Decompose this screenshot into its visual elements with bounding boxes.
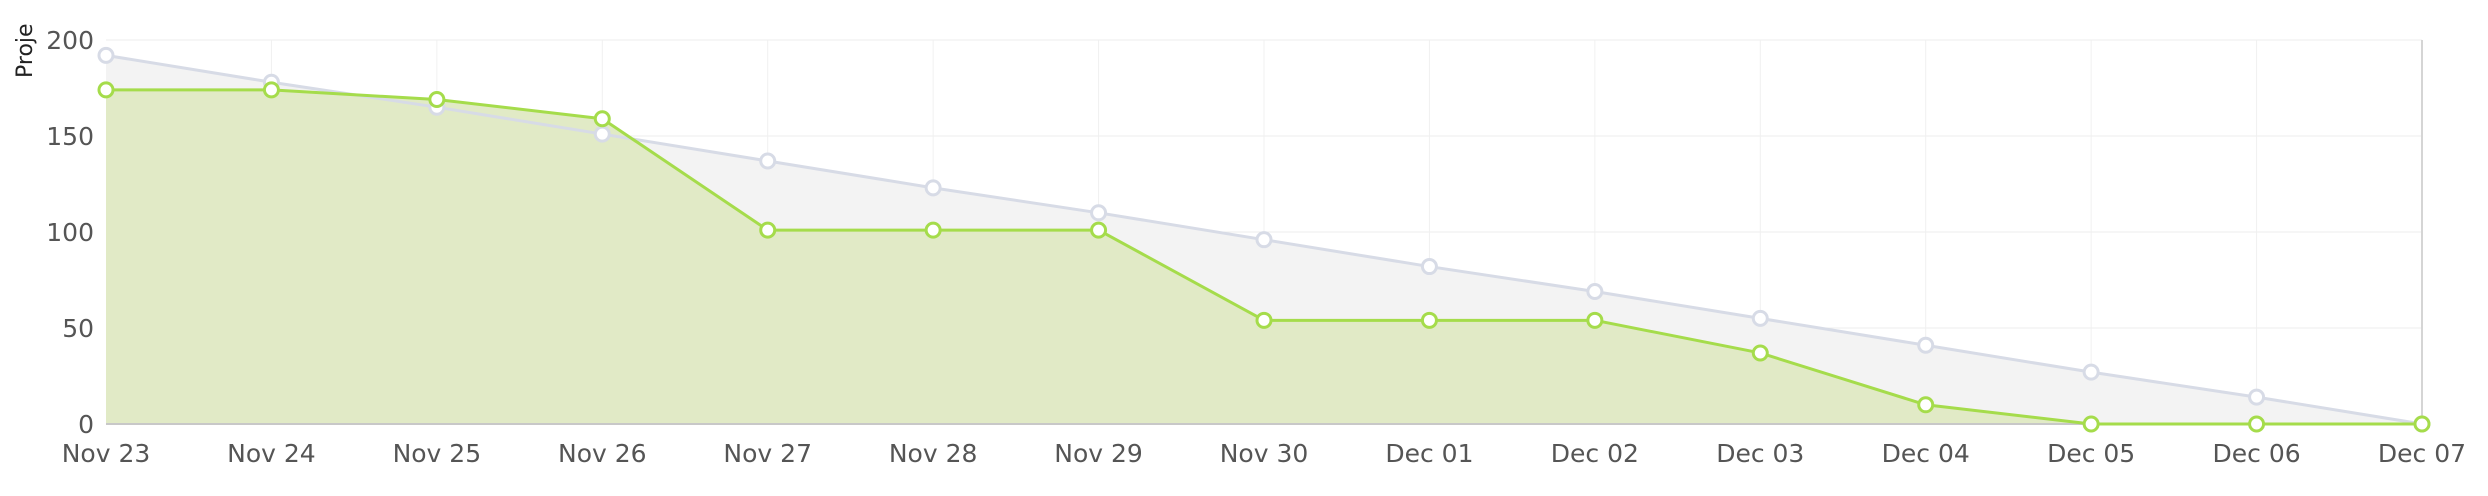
ideal-point[interactable] (2248, 388, 2266, 406)
ideal-point[interactable] (924, 179, 942, 197)
x-tick-label: Nov 25 (393, 439, 482, 468)
actual-point[interactable] (1420, 311, 1438, 329)
ideal-point[interactable] (1586, 283, 1604, 301)
x-tick-label: Nov 27 (723, 439, 812, 468)
y-tick-label: 100 (46, 218, 94, 247)
x-axis-ticks: Nov 23 Nov 24 Nov 25 Nov 26 Nov 27 Nov 28 Nov … (62, 439, 2466, 468)
x-tick-label: Dec 01 (1385, 439, 1473, 468)
x-tick-label: Nov 28 (889, 439, 978, 468)
y-tick-label: 0 (78, 410, 94, 439)
x-tick-label: Nov 26 (558, 439, 647, 468)
ideal-point[interactable] (759, 152, 777, 170)
actual-point[interactable] (593, 110, 611, 128)
chart-canvas: Nov 23 Nov 24 Nov 25 Nov 26 Nov 27 Nov 28 Nov … (13, 23, 2466, 468)
actual-point[interactable] (924, 221, 942, 239)
ideal-point[interactable] (593, 125, 611, 143)
actual-point[interactable] (2413, 415, 2431, 433)
actual-point[interactable] (759, 221, 777, 239)
x-tick-label: Dec 02 (1551, 439, 1639, 468)
x-tick-label: Nov 29 (1054, 439, 1143, 468)
y-axis-ticks: 0 50 100 150 200 (46, 26, 94, 439)
x-tick-label: Dec 07 (2378, 439, 2466, 468)
burndown-chart: Nov 23 Nov 24 Nov 25 Nov 26 Nov 27 Nov 28 Nov … (0, 0, 2488, 496)
actual-point[interactable] (1751, 344, 1769, 362)
actual-point[interactable] (1917, 396, 1935, 414)
actual-point[interactable] (428, 91, 446, 109)
ideal-point[interactable] (97, 46, 115, 64)
actual-point[interactable] (1090, 221, 1108, 239)
ideal-point[interactable] (1917, 336, 1935, 354)
x-tick-label: Dec 05 (2047, 439, 2135, 468)
ideal-point[interactable] (1751, 309, 1769, 327)
actual-point[interactable] (2248, 415, 2266, 433)
x-tick-label: Dec 04 (1882, 439, 1970, 468)
actual-point[interactable] (262, 81, 280, 99)
x-tick-label: Dec 06 (2213, 439, 2301, 468)
ideal-point[interactable] (1255, 231, 1273, 249)
actual-point[interactable] (1255, 311, 1273, 329)
y-tick-label: 150 (46, 122, 94, 151)
x-tick-label: Nov 30 (1220, 439, 1309, 468)
ideal-point[interactable] (2082, 363, 2100, 381)
y-tick-label: 50 (62, 314, 94, 343)
ideal-point[interactable] (1420, 258, 1438, 276)
x-tick-label: Dec 03 (1716, 439, 1804, 468)
actual-point[interactable] (97, 81, 115, 99)
y-axis-label: Proje (13, 23, 38, 78)
ideal-point[interactable] (1090, 204, 1108, 222)
x-tick-label: Nov 24 (227, 439, 316, 468)
actual-point[interactable] (1586, 311, 1604, 329)
x-tick-label: Nov 23 (62, 439, 151, 468)
actual-point[interactable] (2082, 415, 2100, 433)
y-tick-label: 200 (46, 26, 94, 55)
